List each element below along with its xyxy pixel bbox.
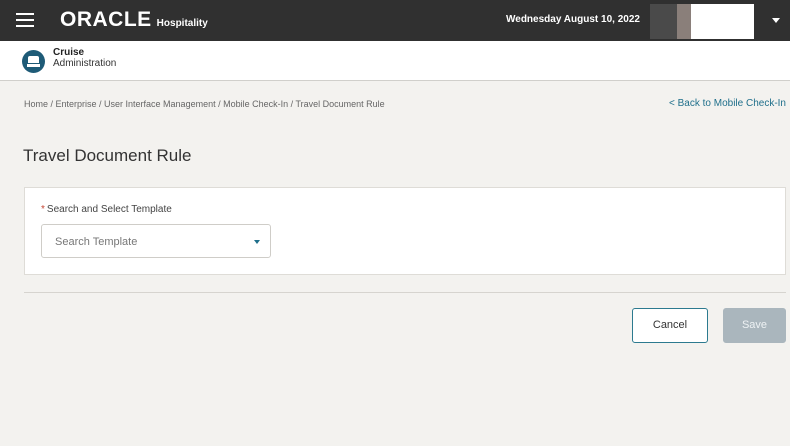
user-avatar-part — [677, 4, 691, 39]
required-asterisk: * — [41, 204, 45, 215]
user-name-box[interactable] — [691, 4, 754, 39]
template-field-label: * Search and Select Template — [41, 204, 172, 215]
brand-name: ORACLE — [60, 8, 152, 31]
app-title-line1: Cruise — [53, 47, 85, 58]
cruise-ship-icon — [22, 50, 45, 73]
current-date: Wednesday August 10, 2022 — [506, 14, 640, 25]
dropdown-caret-icon[interactable] — [254, 240, 260, 244]
cancel-button[interactable]: Cancel — [632, 308, 708, 343]
user-menu-caret-icon[interactable] — [772, 18, 780, 23]
search-template-placeholder: Search Template — [55, 236, 138, 248]
form-divider — [24, 292, 786, 293]
search-template-select[interactable]: Search Template — [41, 224, 271, 258]
application-title: Cruise Administration — [53, 47, 116, 69]
oracle-hospitality-logo: ORACLE Hospitality — [60, 8, 208, 32]
save-button[interactable]: Save — [723, 308, 786, 343]
hamburger-menu-icon[interactable] — [16, 13, 34, 27]
template-label-text: Search and Select Template — [46, 204, 172, 215]
breadcrumb[interactable]: Home / Enterprise / User Interface Manag… — [24, 99, 385, 109]
app-title-line2: Administration — [53, 58, 117, 69]
page-title: Travel Document Rule — [23, 146, 192, 165]
brand-subtitle: Hospitality — [156, 18, 208, 29]
back-to-mobile-check-in-link[interactable]: < Back to Mobile Check-In — [669, 98, 786, 109]
template-selection-card: * Search and Select Template Search Templ… — [24, 187, 786, 275]
application-header: Cruise Administration — [0, 41, 790, 81]
top-navigation-bar: ORACLE Hospitality Wednesday August 10, … — [0, 0, 790, 41]
